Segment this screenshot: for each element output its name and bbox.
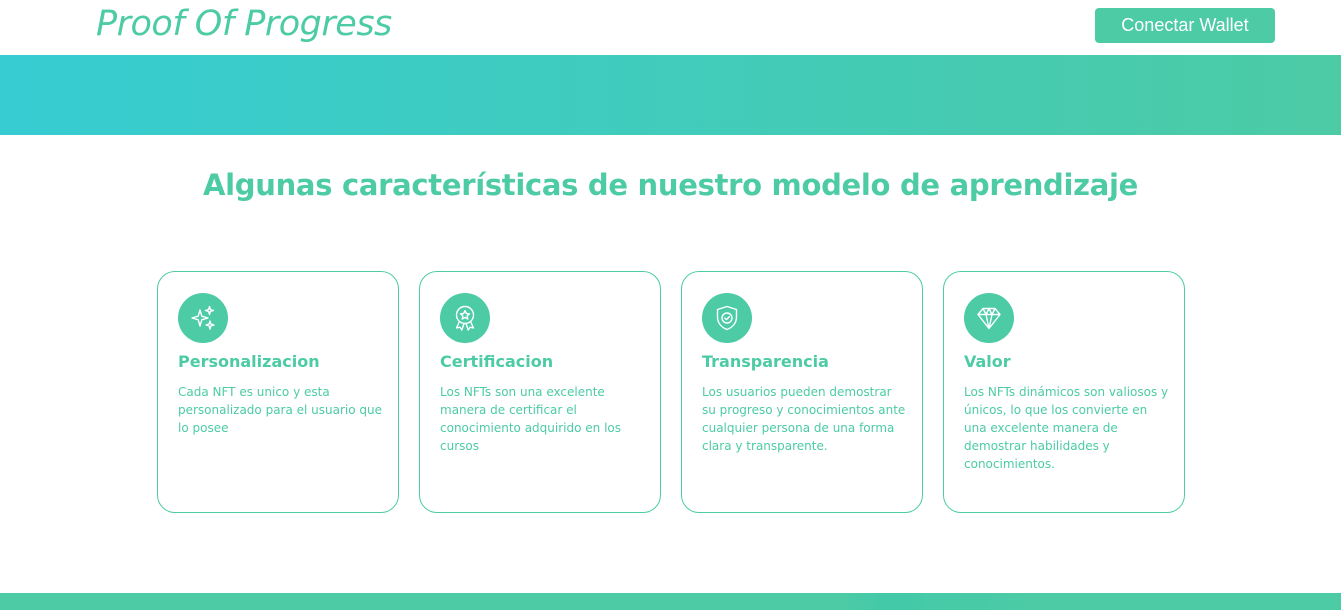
connect-wallet-button[interactable]: Conectar Wallet: [1095, 8, 1275, 43]
award-badge-icon: [440, 293, 490, 343]
footer-bar: [0, 593, 1341, 610]
features-grid: Personalizacion Cada NFT es unico y esta…: [157, 271, 1185, 513]
feature-card-description: Los NFTs dinámicos son valiosos y únicos…: [964, 385, 1169, 471]
feature-card-description: Los usuarios pueden demostrar su progres…: [702, 385, 906, 453]
feature-card-description: Cada NFT es unico y esta personalizado p…: [178, 385, 383, 435]
site-header: Proof Of Progress Conectar Wallet: [0, 0, 1341, 55]
feature-card-description: Los NFTs son una excelente manera de cer…: [440, 385, 621, 453]
shield-check-icon: [702, 293, 752, 343]
hero-banner: [0, 55, 1341, 135]
site-logo[interactable]: Proof Of Progress: [96, 4, 392, 44]
sparkles-icon: [178, 293, 228, 343]
features-section-title: Algunas características de nuestro model…: [202, 168, 1139, 202]
feature-card-title: Transparencia: [702, 352, 829, 371]
diamond-icon: [964, 293, 1014, 343]
feature-card-valor: Valor Los NFTs dinámicos son valiosos y …: [943, 271, 1185, 513]
feature-card-title: Valor: [964, 352, 1011, 371]
feature-card-title: Certificacion: [440, 352, 554, 371]
feature-card-transparencia: Transparencia Los usuarios pueden demost…: [681, 271, 923, 513]
feature-card-personalizacion: Personalizacion Cada NFT es unico y esta…: [157, 271, 399, 513]
feature-card-title: Personalizacion: [178, 352, 320, 371]
feature-card-certificacion: Certificacion Los NFTs son una excelente…: [419, 271, 661, 513]
